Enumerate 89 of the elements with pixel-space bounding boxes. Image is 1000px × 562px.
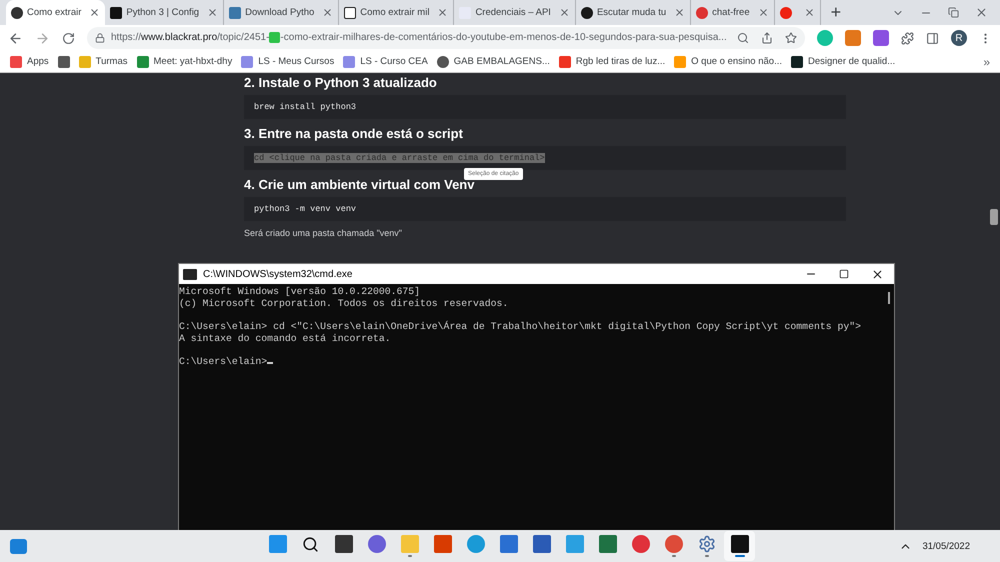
terminal-line: A sintaxe do comando está incorreta. <box>179 332 391 344</box>
scrollbar-thumb[interactable] <box>888 292 890 304</box>
taskbar-app[interactable] <box>724 531 755 561</box>
tab-favicon-icon <box>696 6 708 18</box>
tab-title: Credenciais – API <box>475 7 552 18</box>
bookmark[interactable]: O que o ensino não... <box>691 56 782 67</box>
bookmark[interactable]: Meet: yat-hbxt-dhy <box>154 56 232 67</box>
tab-title: Escutar muda tu <box>596 7 668 18</box>
tab-title: Como extrair mil <box>360 7 430 18</box>
app-icon <box>400 535 418 553</box>
bookmark[interactable]: Apps <box>27 56 49 67</box>
section-heading: 3. Entre na pasta onde está o script <box>244 126 464 141</box>
address-bar[interactable]: https://www.blackrat.pro/topic/2451- -como-extrair-milhares-de-comentários-do-youtube-em-menos-de-10-segundos-para-sua-pesquisa... <box>87 27 805 49</box>
terminal-line: (c) Microsoft Corporation. Todos os direitos reservados. <box>179 298 508 309</box>
widgets-icon[interactable] <box>10 538 27 554</box>
section-heading: 4. Crie um ambiente virtual com Venv <box>244 177 476 192</box>
scrollbar-thumb[interactable] <box>990 209 998 225</box>
text-cursor <box>267 362 274 364</box>
terminal-icon <box>183 268 197 280</box>
bookmark[interactable]: Turmas <box>96 56 128 67</box>
bookmark-icon <box>136 56 149 68</box>
bookmark-icon <box>558 56 571 68</box>
app-icon <box>466 535 484 553</box>
new-tab-button[interactable]: + <box>820 0 852 25</box>
code-text: brew install python3 <box>254 102 356 112</box>
app-icon <box>730 535 748 553</box>
bookmark-icon <box>436 56 449 68</box>
browser-tab[interactable]: Como extrair <box>6 0 106 25</box>
bookmark-icon <box>58 56 70 68</box>
app-icon <box>368 535 386 553</box>
puzzle-icon[interactable] <box>901 32 914 44</box>
tab-title: chat-free <box>712 7 751 18</box>
code-text: python3 -m venv venv <box>254 204 356 214</box>
extension-icon[interactable] <box>873 30 889 46</box>
maximize-icon[interactable] <box>839 268 849 280</box>
terminal-line: C:\Users\elain> <box>179 356 268 368</box>
bookmark[interactable]: GAB EMBALAGENS... <box>454 56 550 67</box>
bookmark-icon <box>790 56 803 68</box>
star-icon[interactable] <box>785 32 797 44</box>
gear-icon <box>698 535 716 553</box>
lock-icon[interactable] <box>95 33 105 43</box>
reload-icon[interactable] <box>62 32 75 44</box>
bookmark-icon <box>674 56 686 68</box>
terminal-line: Microsoft Windows [versão 10.0.22000.675] <box>179 286 420 297</box>
app-icon <box>268 535 286 553</box>
search-icon[interactable] <box>737 32 749 44</box>
close-icon[interactable] <box>871 268 884 280</box>
tab-favicon-icon <box>780 6 792 18</box>
bookmark-icon <box>10 56 22 68</box>
app-icon <box>566 535 584 553</box>
profile-avatar[interactable]: R <box>951 30 967 46</box>
share-icon[interactable] <box>761 32 773 44</box>
bookmark[interactable]: LS - Curso CEA <box>360 56 428 67</box>
bookmark-icon <box>241 56 254 68</box>
bookmark-icon <box>343 56 356 68</box>
search-icon <box>302 536 319 552</box>
code-text: cd <clique na pasta criada e arraste em cima do terminal> <box>254 153 545 163</box>
app-icon <box>664 535 682 553</box>
tab-title: Como extrair <box>27 7 82 18</box>
checkbox-icon <box>269 32 280 44</box>
app-icon <box>500 535 518 553</box>
tab-favicon-icon <box>11 6 23 18</box>
back-icon[interactable] <box>8 30 23 46</box>
tab-favicon-icon <box>110 6 122 18</box>
tab-title: Download Pytho <box>245 7 316 18</box>
side-panel-icon[interactable] <box>926 32 939 44</box>
window-title: C:\WINDOWS\system32\cmd.exe <box>203 268 352 280</box>
app-icon <box>532 535 550 553</box>
bookmark[interactable]: Rgb led tiras de luz... <box>576 56 666 67</box>
tab-title: Python 3 | Config <box>126 7 200 18</box>
tab-favicon-icon <box>344 6 356 18</box>
bookmark[interactable]: Designer de qualid... <box>808 56 896 67</box>
tab-favicon-icon <box>229 6 242 18</box>
date-text[interactable]: 31/05/2022 <box>922 540 970 552</box>
bookmark-icon <box>78 56 91 68</box>
app-icon <box>434 535 452 553</box>
extension-icon[interactable] <box>845 30 861 46</box>
url-text[interactable]: https://www.blackrat.pro/topic/2451- -como-extrair-milhares-de-comentários-do-youtube-em-menos-de-10-segundos-para-sua-pesquisa... <box>111 32 727 44</box>
app-icon <box>632 535 650 553</box>
app-icon <box>334 535 352 553</box>
tab-favicon-icon <box>580 6 593 18</box>
bookmark[interactable]: LS - Meus Cursos <box>258 56 334 67</box>
more-bookmarks-button[interactable]: » <box>983 54 990 68</box>
terminal-line: C:\Users\elain> cd <"C:\Users\elain\OneDrive\Área de Trabalho\heitor\mkt digital\Python Copy Script\yt comments py"> <box>179 321 861 332</box>
restore-icon[interactable] <box>948 7 959 18</box>
app-icon <box>598 535 616 553</box>
section-heading: 2. Instale o Python 3 atualizado <box>244 75 438 90</box>
close-icon[interactable] <box>89 7 100 18</box>
paragraph: Será criado uma pasta chamada "venv" <box>244 228 403 238</box>
